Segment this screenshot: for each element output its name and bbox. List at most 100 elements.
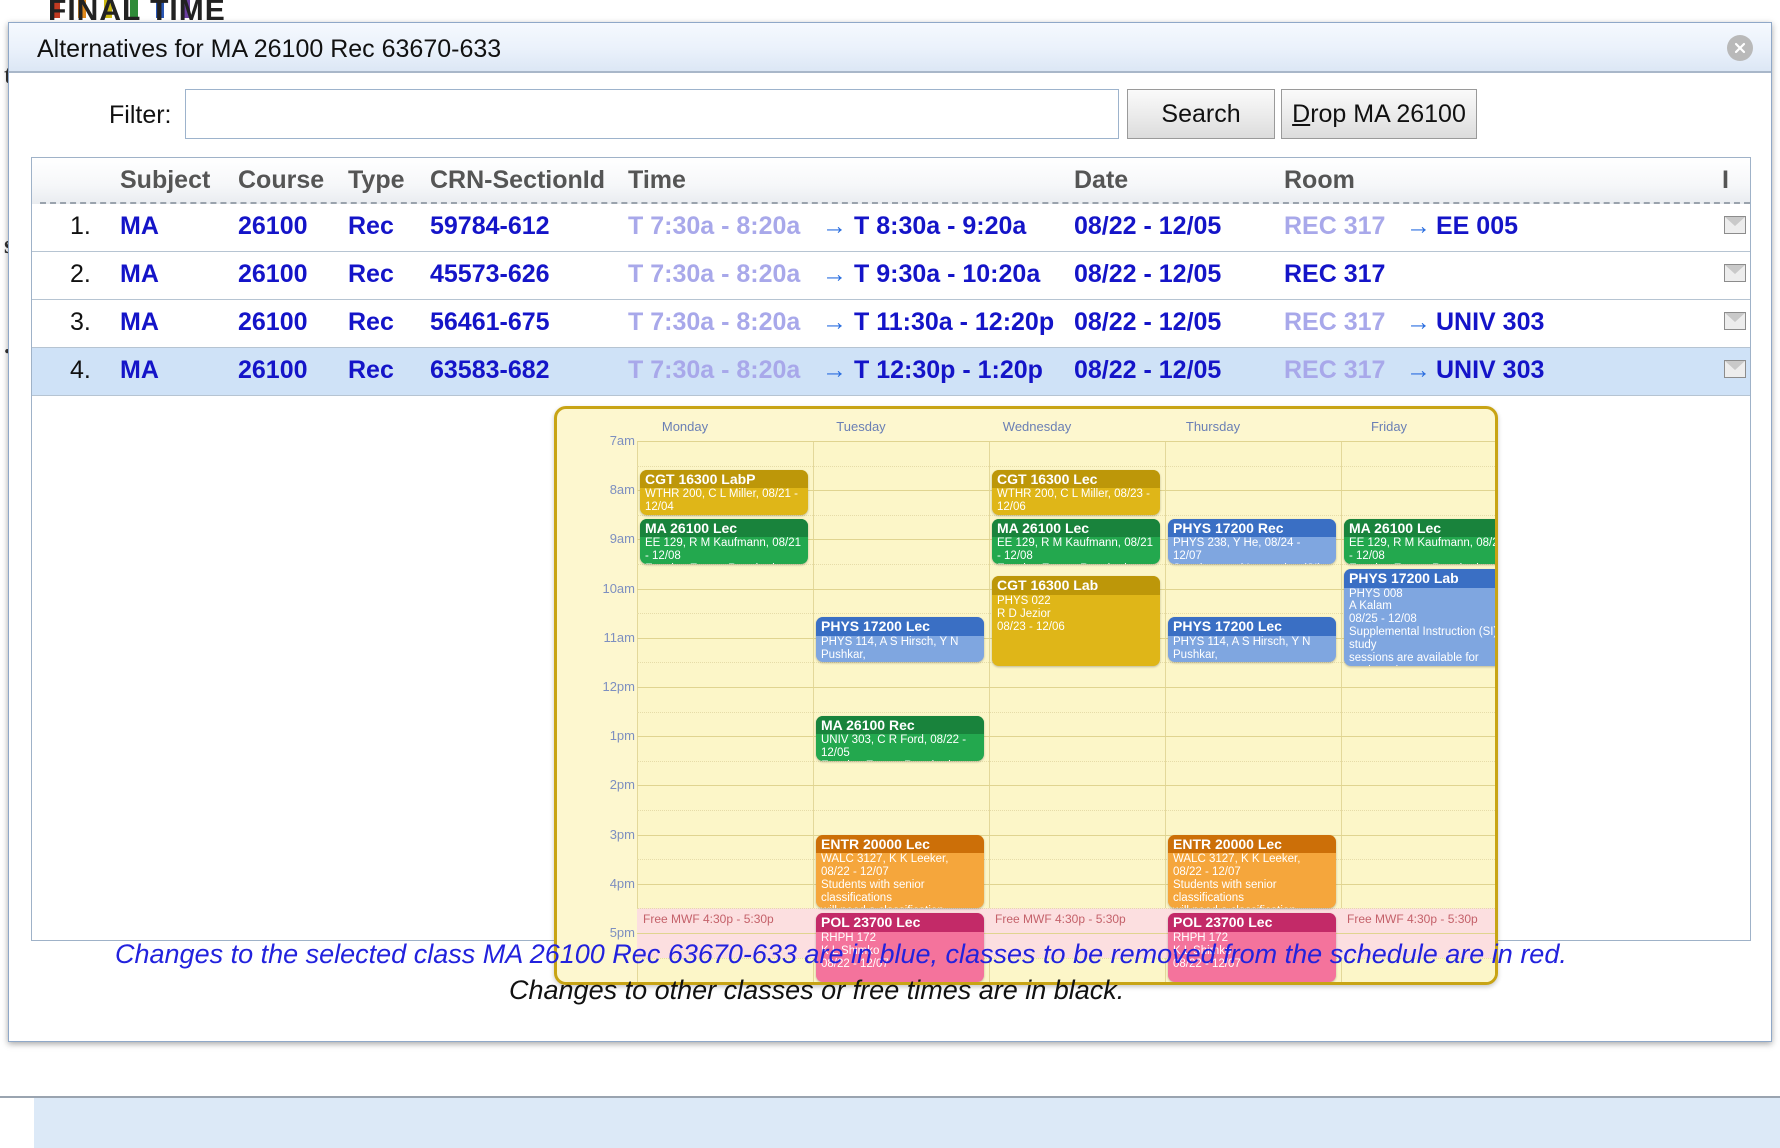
column-header-course[interactable]: Course xyxy=(238,166,324,195)
calendar-hour-line xyxy=(637,834,1495,836)
calendar-time-label: 9am xyxy=(609,531,635,547)
calendar-hour-line xyxy=(637,736,1495,738)
cell-subject: MA xyxy=(120,356,159,384)
column-header-time[interactable]: Time xyxy=(628,166,686,195)
cell-type: Rec xyxy=(348,356,394,384)
calendar-time-label: 12pm xyxy=(602,679,635,694)
info-envelope-icon[interactable] xyxy=(1724,216,1746,234)
background-bottom-bar-inner xyxy=(34,1098,1780,1148)
table-row[interactable]: 1. MA 26100 Rec 59784-612 T 7:30a - 8:20a → T 8… xyxy=(32,204,1750,252)
calendar-day-label: Thursday xyxy=(1185,419,1241,434)
calendar-hour-line xyxy=(637,687,1495,688)
column-header-crn-sectionid[interactable]: CRN-SectionId xyxy=(430,166,605,195)
calendar-hour-line xyxy=(637,883,1495,885)
cell-room-old: REC 317 xyxy=(1284,308,1386,336)
filter-input[interactable] xyxy=(185,89,1119,139)
calendar-event-title: CGT 16300 Lec xyxy=(992,469,1160,489)
calendar-event[interactable]: ENTR 20000 Lec WALC 3127, K K Leeker, 08/2… xyxy=(1168,834,1336,909)
time-change-arrow-icon: → xyxy=(822,356,847,384)
calendar-event-title: POL 23700 Lec xyxy=(816,913,984,932)
calendar-event[interactable]: PHYS 17200 Lec PHYS 114, A S Hirsch, Y N … xyxy=(1168,617,1336,663)
calendar-time-label: 1pm xyxy=(609,728,635,744)
cell-time-new: T 8:30a - 9:20a xyxy=(854,212,1027,240)
calendar-day-label: Wednesday xyxy=(1002,419,1072,434)
calendar-time-label: 7am xyxy=(609,433,635,448)
cell-time-old: T 7:30a - 8:20a xyxy=(628,308,801,336)
calendar-event[interactable]: PHYS 17200 Rec PHYS 238, Y He, 08/24 - 12… xyxy=(1168,518,1336,564)
cell-time-old: T 7:30a - 8:20a xyxy=(628,260,801,288)
info-envelope-icon[interactable] xyxy=(1724,264,1746,282)
search-button[interactable]: Search xyxy=(1127,89,1275,139)
calendar-event-title: MA 26100 Lec xyxy=(1344,518,1495,538)
calendar-event-details: EE 129, R M Kaufmann, 08/21 - 12/08Eveni… xyxy=(997,537,1153,564)
calendar-hour-line xyxy=(637,441,1495,442)
calendar-hour-line xyxy=(637,810,1495,811)
drop-course-button-label: Drop MA 26100 xyxy=(1292,99,1466,128)
calendar-event[interactable]: MA 26100 Lec EE 129, R M Kaufmann, 08/21 … xyxy=(1344,518,1495,564)
cell-date: 08/22 - 12/05 xyxy=(1074,356,1222,384)
calendar-event-details: EE 129, R M Kaufmann, 08/21 - 12/08Eveni… xyxy=(645,537,801,564)
table-row[interactable]: 3. MA 26100 Rec 56461-675 T 7:30a - 8:20a → T 1… xyxy=(32,300,1750,348)
time-change-arrow-icon: → xyxy=(822,212,847,240)
cell-date: 08/22 - 12/05 xyxy=(1074,212,1222,240)
table-row[interactable]: 4. MA 26100 Rec 63583-682 T 7:30a - 8:20a → T 1… xyxy=(32,348,1750,396)
calendar-event-details: PHYS 238, Y He, 08/24 - 12/07Supplementa… xyxy=(1173,537,1321,564)
table-header-row: Subject Course Type CRN-SectionId Time D… xyxy=(32,158,1750,204)
cell-room-new: UNIV 303 xyxy=(1436,356,1545,384)
column-header-info[interactable]: I xyxy=(1722,166,1729,195)
row-index: 2. xyxy=(70,260,91,288)
cell-course: 26100 xyxy=(238,212,308,240)
calendar-event[interactable]: MA 26100 Lec EE 129, R M Kaufmann, 08/21 … xyxy=(992,518,1160,564)
row-index: 3. xyxy=(70,308,91,336)
calendar-event-title: CGT 16300 Lab xyxy=(992,576,1160,595)
schedule-preview-calendar: Monday Tuesday Wednesday Thursday Friday 7am… xyxy=(554,406,1498,985)
cell-subject: MA xyxy=(120,260,159,288)
cell-course: 26100 xyxy=(238,308,308,336)
cell-time-new: T 9:30a - 10:20a xyxy=(854,260,1041,288)
table-row[interactable]: 2. MA 26100 Rec 45573-626 T 7:30a - 8:20a → T 9… xyxy=(32,252,1750,300)
row-index: 1. xyxy=(70,212,91,240)
calendar-event[interactable]: CGT 16300 Lec WTHR 200, C L Miller, 08/23… xyxy=(992,469,1160,515)
cell-course: 26100 xyxy=(238,260,308,288)
table-body: 1. MA 26100 Rec 59784-612 T 7:30a - 8:20a → T 8… xyxy=(32,204,1750,396)
cell-room-new: UNIV 303 xyxy=(1436,308,1545,336)
legend-caption-blue: Changes to the selected class MA 26100 R… xyxy=(115,939,1567,969)
calendar-event[interactable]: CGT 16300 LabP WTHR 200, C L Miller, 08/2… xyxy=(640,469,808,515)
calendar-event[interactable]: PHYS 17200 Lab PHYS 008 A Kalam 08/25 - 12/… xyxy=(1344,568,1498,667)
legend-caption-black: Changes to other classes or free times a… xyxy=(509,975,1125,1005)
calendar-event[interactable]: MA 26100 Lec EE 129, R M Kaufmann, 08/21 … xyxy=(640,518,808,564)
calendar-event-details: PHYS 114, A S Hirsch, Y N Pushkar,08/22 … xyxy=(1173,635,1311,663)
column-header-subject[interactable]: Subject xyxy=(120,166,210,195)
calendar-day-header: Monday Tuesday Wednesday Thursday Friday xyxy=(557,409,1495,441)
calendar-time-label: 10am xyxy=(602,580,635,596)
close-icon[interactable] xyxy=(1727,35,1753,61)
calendar-event-title: PHYS 17200 Lab xyxy=(1344,568,1495,588)
calendar-event-title: MA 26100 Rec xyxy=(816,715,984,735)
cell-type: Rec xyxy=(348,260,394,288)
calendar-event[interactable]: ENTR 20000 Lec WALC 3127, K K Leeker, 08/2… xyxy=(816,834,984,909)
calendar-event[interactable]: CGT 16300 Lab PHYS 022 R D Jezior 08/23 - 1… xyxy=(992,576,1160,667)
calendar-event-details: PHYS 022 R D Jezior 08/23 - 12/06 xyxy=(997,594,1065,633)
calendar-event-details: PHYS 008 A Kalam 08/25 - 12/08 Supplemental… xyxy=(1349,587,1498,667)
cell-course: 26100 xyxy=(238,356,308,384)
calendar-hour-line xyxy=(637,514,1495,516)
cell-time-new: T 12:30p - 1:20p xyxy=(854,356,1043,384)
calendar-hour-line xyxy=(637,564,1495,565)
calendar-hour-line xyxy=(637,908,1495,910)
info-envelope-icon[interactable] xyxy=(1724,312,1746,330)
calendar-hour-line xyxy=(637,933,1495,934)
column-header-room[interactable]: Room xyxy=(1284,166,1355,195)
calendar-event[interactable]: PHYS 17200 Lec PHYS 114, A S Hirsch, Y N … xyxy=(816,617,984,663)
cell-room-old: REC 317 xyxy=(1284,260,1386,288)
filter-label: Filter: xyxy=(109,101,172,129)
info-envelope-icon[interactable] xyxy=(1724,360,1746,378)
calendar-hour-line xyxy=(637,465,1495,467)
cell-room-old: REC 317 xyxy=(1284,212,1386,240)
calendar-hour-line xyxy=(637,760,1495,762)
column-header-type[interactable]: Type xyxy=(348,166,405,195)
calendar-event[interactable]: MA 26100 Rec UNIV 303, C R Ford, 08/22 - … xyxy=(816,715,984,761)
drop-course-button[interactable]: Drop MA 26100 xyxy=(1281,89,1477,139)
column-header-date[interactable]: Date xyxy=(1074,166,1128,195)
background-bottom-bar xyxy=(0,1096,1780,1148)
cell-crn: 56461-675 xyxy=(430,308,550,336)
